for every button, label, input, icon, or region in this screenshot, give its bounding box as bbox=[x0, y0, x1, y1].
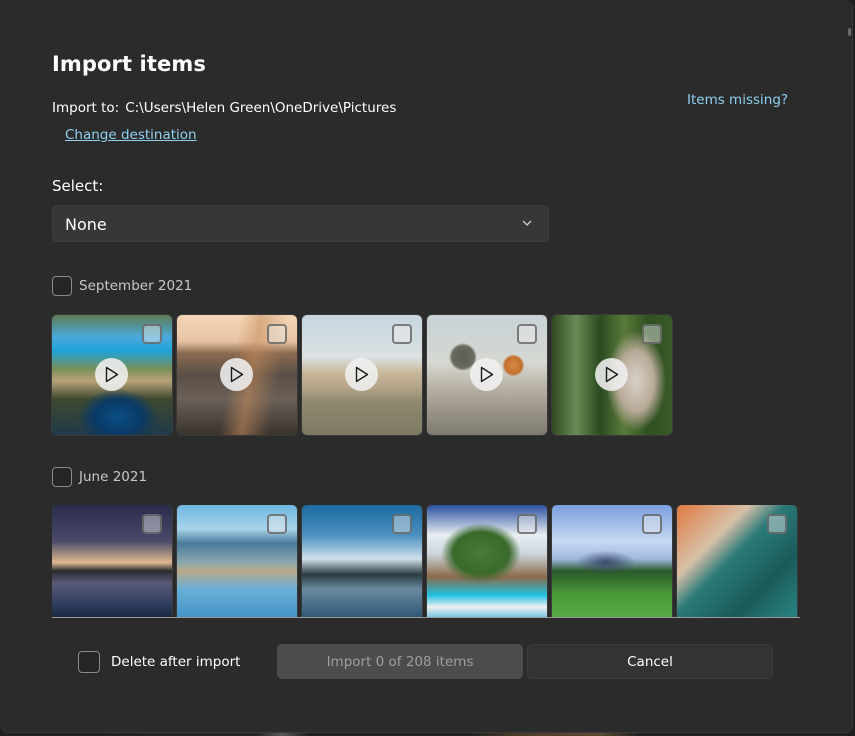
video-thumbnail[interactable] bbox=[302, 315, 422, 435]
thumbnail-row-september-2021 bbox=[52, 315, 672, 435]
group-header-june-2021: June 2021 bbox=[52, 467, 147, 487]
dialog-title: Import items bbox=[52, 52, 206, 76]
video-thumbnail[interactable] bbox=[552, 315, 672, 435]
delete-after-import-checkbox[interactable] bbox=[78, 651, 100, 673]
select-label: Select: bbox=[52, 177, 104, 195]
import-to-path: C:\Users\Helen Green\OneDrive\Pictures bbox=[125, 100, 397, 116]
item-checkbox[interactable] bbox=[142, 324, 162, 344]
video-thumbnail[interactable] bbox=[177, 315, 297, 435]
video-thumbnail[interactable] bbox=[427, 315, 547, 435]
photo-thumbnail[interactable] bbox=[177, 505, 297, 617]
scrollbar-thumb[interactable] bbox=[848, 28, 851, 36]
photo-thumbnail[interactable] bbox=[677, 505, 797, 617]
select-dropdown[interactable]: None bbox=[52, 205, 549, 242]
group-header-september-2021: September 2021 bbox=[52, 276, 192, 296]
chevron-down-icon bbox=[522, 220, 532, 226]
play-icon bbox=[595, 358, 628, 391]
play-icon bbox=[345, 358, 378, 391]
cancel-button[interactable]: Cancel bbox=[527, 644, 773, 679]
thumbnail-scroll-area[interactable] bbox=[52, 505, 800, 618]
group-checkbox-june-2021[interactable] bbox=[52, 467, 72, 487]
play-icon bbox=[470, 358, 503, 391]
photo-thumbnail[interactable] bbox=[552, 505, 672, 617]
item-checkbox[interactable] bbox=[517, 514, 537, 534]
import-button[interactable]: Import 0 of 208 items bbox=[277, 644, 523, 679]
import-to-label: Import to: bbox=[52, 100, 120, 116]
item-checkbox[interactable] bbox=[392, 324, 412, 344]
photo-thumbnail[interactable] bbox=[427, 505, 547, 617]
thumbnail-row-june-2021 bbox=[52, 505, 797, 617]
group-checkbox-september-2021[interactable] bbox=[52, 276, 72, 296]
item-checkbox[interactable] bbox=[267, 324, 287, 344]
item-checkbox[interactable] bbox=[642, 514, 662, 534]
photo-thumbnail[interactable] bbox=[52, 505, 172, 617]
video-thumbnail[interactable] bbox=[52, 315, 172, 435]
import-dialog: Import items Import to: C:\Users\Helen Gr… bbox=[0, 0, 853, 733]
import-destination: Import to: C:\Users\Helen Green\OneDrive\… bbox=[52, 100, 396, 116]
select-value: None bbox=[65, 215, 107, 234]
play-icon bbox=[95, 358, 128, 391]
item-checkbox[interactable] bbox=[267, 514, 287, 534]
item-checkbox[interactable] bbox=[517, 324, 537, 344]
delete-after-import-option[interactable]: Delete after import bbox=[78, 651, 240, 673]
photo-thumbnail[interactable] bbox=[302, 505, 422, 617]
items-missing-link[interactable]: Items missing? bbox=[687, 92, 788, 108]
change-destination-link[interactable]: Change destination bbox=[65, 127, 197, 143]
group-label: June 2021 bbox=[79, 469, 148, 485]
item-checkbox[interactable] bbox=[767, 514, 787, 534]
group-label: September 2021 bbox=[79, 278, 193, 294]
play-icon bbox=[220, 358, 253, 391]
item-checkbox[interactable] bbox=[142, 514, 162, 534]
item-checkbox[interactable] bbox=[642, 324, 662, 344]
item-checkbox[interactable] bbox=[392, 514, 412, 534]
delete-after-import-label: Delete after import bbox=[111, 654, 241, 670]
